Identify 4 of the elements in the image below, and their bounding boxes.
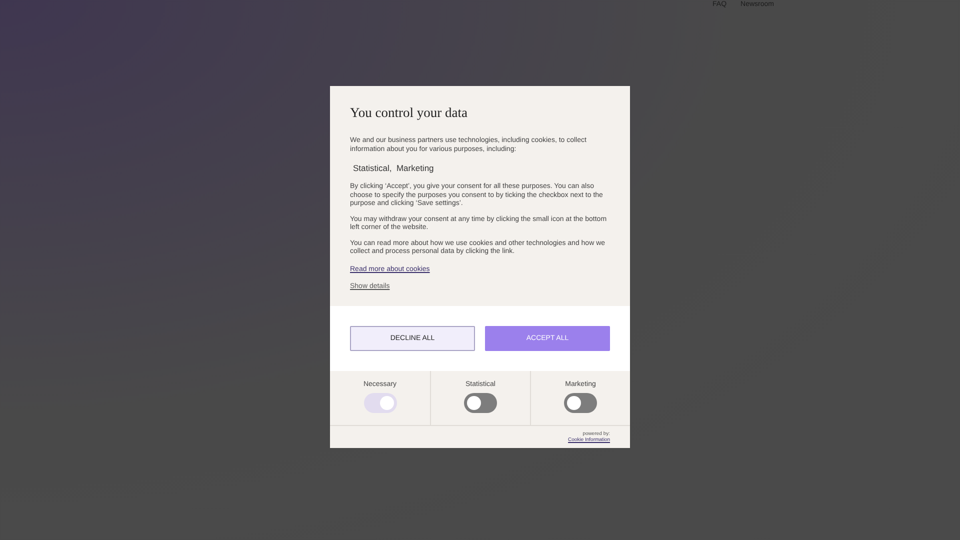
toggle-switch[interactable] — [564, 392, 597, 412]
dialog-title: You control your data — [350, 105, 468, 121]
toggle-switch[interactable] — [464, 392, 497, 412]
purposes-text: Statistical, Marketing — [353, 163, 435, 173]
